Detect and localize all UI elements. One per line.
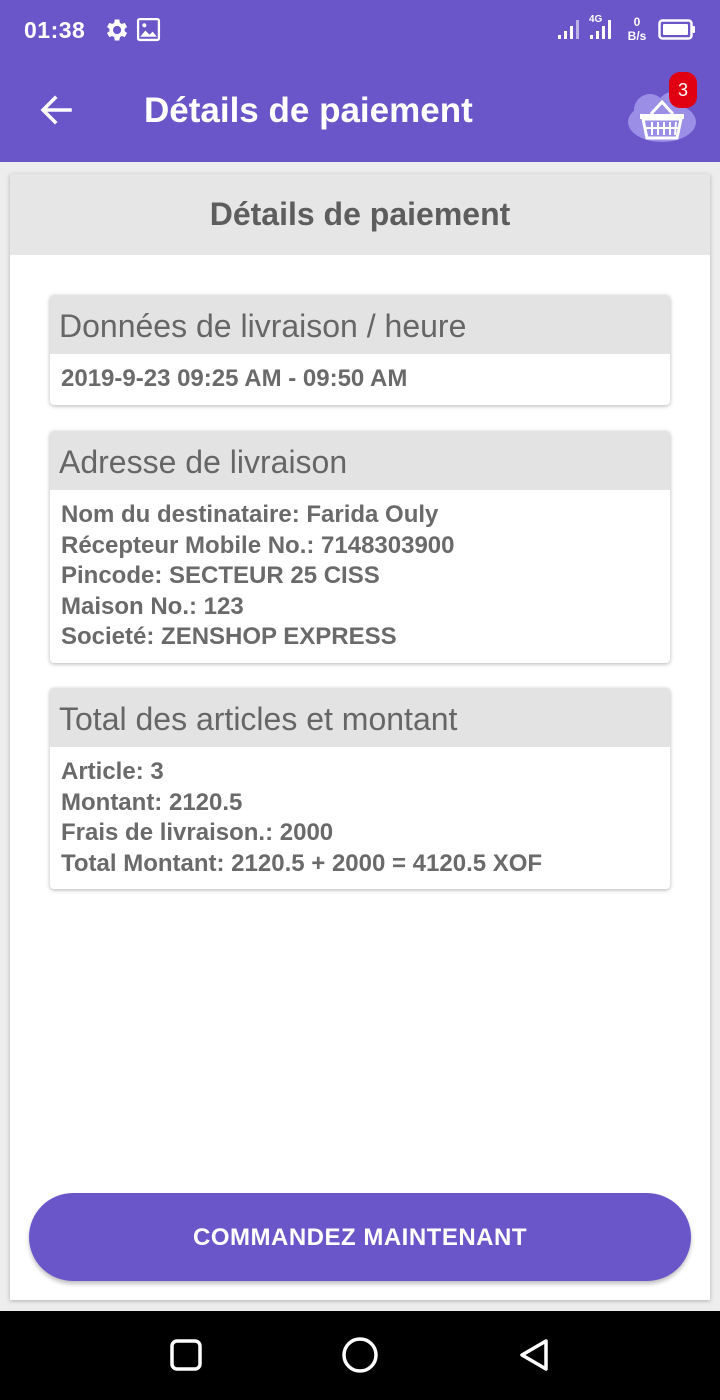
back-arrow-icon[interactable] (36, 90, 76, 130)
delivery-address-section: Adresse de livraison Nom du destinataire… (50, 431, 670, 663)
card-header: Détails de paiement (10, 174, 710, 255)
company: Societé: ZENSHOP EXPRESS (61, 623, 397, 650)
section-body: Nom du destinataire: Farida Ouly Récepte… (50, 490, 670, 663)
payment-details-card: Détails de paiement Données de livraison… (10, 174, 710, 1300)
section-body: 2019-9-23 09:25 AM - 09:50 AM (50, 354, 670, 405)
image-icon (136, 17, 161, 42)
back-icon[interactable] (512, 1333, 556, 1377)
amount: Montant: 2120.5 (61, 788, 243, 816)
app-bar: Détails de paiement 3 (0, 60, 720, 162)
section-title: Adresse de livraison (50, 431, 670, 490)
cart-button[interactable]: 3 (620, 72, 710, 150)
speed-unit: B/s (627, 29, 647, 43)
home-icon[interactable] (338, 1333, 382, 1377)
delivery-fee: Frais de livraison.: 2000 (61, 819, 334, 846)
signal-icon (590, 20, 611, 39)
article-count: Article: 3 (61, 758, 164, 785)
battery-icon (658, 19, 695, 40)
section-title: Données de livraison / heure (50, 295, 670, 354)
gear-icon (107, 19, 128, 41)
recipient-mobile: Récepteur Mobile No.: 7148303900 (61, 531, 455, 559)
delivery-time-section: Données de livraison / heure 2019-9-23 0… (50, 295, 670, 405)
status-time: 01:38 (24, 17, 86, 43)
pincode: Pincode: SECTEUR 25 CISS (61, 562, 380, 589)
house-number: Maison No.: 123 (61, 592, 244, 620)
total-amount: Total Montant: 2120.5 + 2000 = 4120.5 XO… (61, 849, 543, 877)
cart-count-badge: 3 (669, 72, 697, 108)
totals-section: Total des articles et montant Article: 3… (50, 688, 670, 889)
section-title: Total des articles et montant (50, 688, 670, 747)
signal-icon (558, 20, 579, 39)
order-now-button[interactable]: COMMANDEZ MAINTENANT (29, 1193, 691, 1281)
network-speed: 0 B/s (622, 15, 652, 43)
page-title: Détails de paiement (144, 91, 473, 130)
recents-icon[interactable] (164, 1333, 208, 1377)
recipient-name: Nom du destinataire: Farida Ouly (61, 501, 439, 528)
section-body: Article: 3 Montant: 2120.5 Frais de livr… (50, 747, 670, 889)
status-bar: 01:38 4G 0 B/s (0, 0, 720, 60)
system-nav-bar (0, 1311, 720, 1400)
delivery-time-value: 2019-9-23 09:25 AM - 09:50 AM (61, 365, 408, 392)
speed-value: 0 (633, 15, 641, 29)
